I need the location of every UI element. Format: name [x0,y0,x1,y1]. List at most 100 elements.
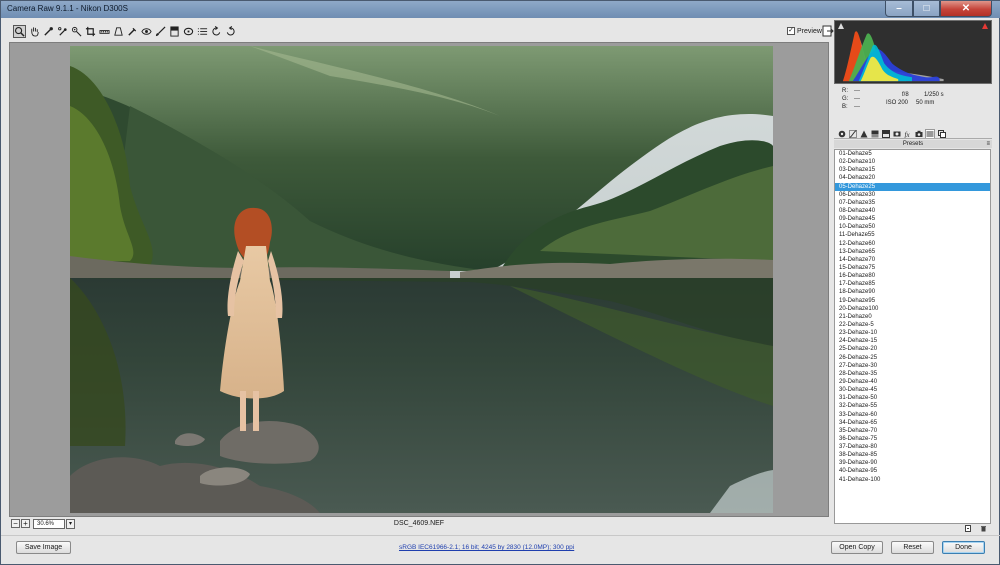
preset-item[interactable]: 08-Dehaze40 [835,207,990,215]
preset-item[interactable]: 31-Dehaze-50 [835,394,990,402]
crop-tool-button[interactable] [84,25,97,38]
preset-item[interactable]: 13-Dehaze65 [835,248,990,256]
zoom-tool-button[interactable] [13,25,26,38]
tab-hsl[interactable] [870,129,880,138]
title-bar[interactable]: Camera Raw 9.1.1 - Nikon D300S – □ ✕ [1,1,1000,18]
preset-item[interactable]: 21-Dehaze0 [835,313,990,321]
list-icon [197,28,208,35]
preset-item[interactable]: 23-Dehaze-10 [835,329,990,337]
preset-item[interactable]: 02-Dehaze10 [835,158,990,166]
preset-item[interactable]: 28-Dehaze-35 [835,370,990,378]
image-canvas[interactable] [9,42,829,517]
tab-tone-curve[interactable] [848,129,858,138]
preset-item[interactable]: 27-Dehaze-30 [835,362,990,370]
preview-toggle[interactable]: ✓ Preview [787,27,822,35]
r-value: --- [854,88,860,94]
hand-tool-button[interactable] [28,25,41,38]
workflow-options-link[interactable]: sRGB IEC61966-2.1; 16 bit; 4245 by 2830 … [399,544,574,551]
preset-item[interactable]: 03-Dehaze15 [835,166,990,174]
preset-item[interactable]: 07-Dehaze35 [835,199,990,207]
shadow-clipping-icon[interactable] [838,23,844,29]
preset-item[interactable]: 15-Dehaze75 [835,264,990,272]
preset-item[interactable]: 32-Dehaze-55 [835,402,990,410]
preset-item[interactable]: 40-Dehaze-95 [835,467,990,475]
preset-item[interactable]: 26-Dehaze-25 [835,354,990,362]
preset-item[interactable]: 22-Dehaze-5 [835,321,990,329]
preset-item[interactable]: 35-Dehaze-70 [835,427,990,435]
preset-item[interactable]: 25-Dehaze-20 [835,345,990,353]
preset-item[interactable]: 18-Dehaze90 [835,288,990,296]
maximize-icon: □ [923,3,930,14]
preset-item[interactable]: 06-Dehaze30 [835,191,990,199]
transform-tool-button[interactable] [112,25,125,38]
done-button[interactable]: Done [942,541,985,554]
preset-item[interactable]: 16-Dehaze80 [835,272,990,280]
panel-menu-icon[interactable]: ≡ [986,140,990,148]
tab-camera-calibration[interactable] [914,129,924,138]
preset-item[interactable]: 01-Dehaze5 [835,150,990,158]
targeted-adjustment-tool-button[interactable] [70,25,83,38]
photo-preview[interactable] [70,46,773,513]
red-eye-tool-button[interactable] [140,25,153,38]
histogram-graph [842,31,944,82]
reset-button[interactable]: Reset [891,541,934,554]
preferences-button[interactable] [196,25,209,38]
preset-item[interactable]: 37-Dehaze-80 [835,443,990,451]
preset-item[interactable]: 04-Dehaze20 [835,174,990,182]
dialog-footer: Save Image sRGB IEC61966-2.1; 16 bit; 42… [1,535,1000,565]
preset-item[interactable]: 38-Dehaze-85 [835,451,990,459]
preset-item[interactable]: 30-Dehaze-45 [835,386,990,394]
preset-item[interactable]: 20-Dehaze100 [835,305,990,313]
graduated-filter-button[interactable] [168,25,181,38]
red-eye-icon [141,28,152,35]
presets-title: Presets [902,141,924,147]
preset-item[interactable]: 41-Dehaze-100 [835,476,990,484]
preset-item[interactable]: 17-Dehaze85 [835,280,990,288]
preset-item[interactable]: 39-Dehaze-90 [835,459,990,467]
color-sampler-tool-button[interactable] [56,25,69,38]
tab-basic[interactable] [837,129,847,138]
highlight-clipping-icon[interactable] [982,23,988,29]
preset-item[interactable]: 19-Dehaze95 [835,297,990,305]
white-balance-tool-button[interactable] [42,25,55,38]
zoom-in-button[interactable]: + [21,519,30,528]
tab-presets[interactable] [925,129,935,138]
open-copy-button[interactable]: Open Copy [831,541,883,554]
zoom-level-field[interactable]: 30.6% [33,519,65,529]
preset-item[interactable]: 09-Dehaze45 [835,215,990,223]
preset-item[interactable]: 33-Dehaze-60 [835,411,990,419]
preset-item[interactable]: 29-Dehaze-40 [835,378,990,386]
targeted-adjustment-icon [71,26,82,37]
preset-item[interactable]: 12-Dehaze60 [835,240,990,248]
fx-icon: fx [905,131,911,138]
new-preset-icon[interactable] [965,525,972,532]
tab-snapshots[interactable] [937,129,947,138]
minimize-button[interactable]: – [885,1,913,17]
zoom-out-button[interactable]: − [11,519,20,528]
presets-list[interactable]: 01-Dehaze5 02-Dehaze10 03-Dehaze15 04-Dehaz… [834,149,991,524]
spot-removal-tool-button[interactable] [126,25,139,38]
preset-item[interactable]: 34-Dehaze-65 [835,419,990,427]
preset-item[interactable]: 05-Dehaze25 [835,182,990,191]
preset-item[interactable]: 11-Dehaze55 [835,231,990,239]
close-button[interactable]: ✕ [940,1,992,17]
preview-checkbox[interactable]: ✓ [787,27,795,35]
tab-split-toning[interactable] [881,129,891,138]
preset-item[interactable]: 36-Dehaze-75 [835,435,990,443]
tab-effects[interactable]: fx [903,129,913,138]
save-image-button[interactable]: Save Image [16,541,71,554]
preset-item[interactable]: 14-Dehaze70 [835,256,990,264]
tab-lens-corrections[interactable] [892,129,902,138]
g-value: --- [854,96,860,102]
radial-filter-button[interactable] [182,25,195,38]
rotate-cw-button[interactable] [224,25,237,38]
preset-item[interactable]: 24-Dehaze-15 [835,337,990,345]
zoom-dropdown-button[interactable]: ▾ [66,519,75,529]
adjustment-brush-button[interactable] [154,25,167,38]
rotate-ccw-button[interactable] [210,25,223,38]
preset-item[interactable]: 10-Dehaze50 [835,223,990,231]
maximize-button[interactable]: □ [913,1,940,17]
delete-preset-icon[interactable] [980,525,987,532]
tab-detail[interactable] [859,129,869,138]
straighten-tool-button[interactable] [98,25,111,38]
